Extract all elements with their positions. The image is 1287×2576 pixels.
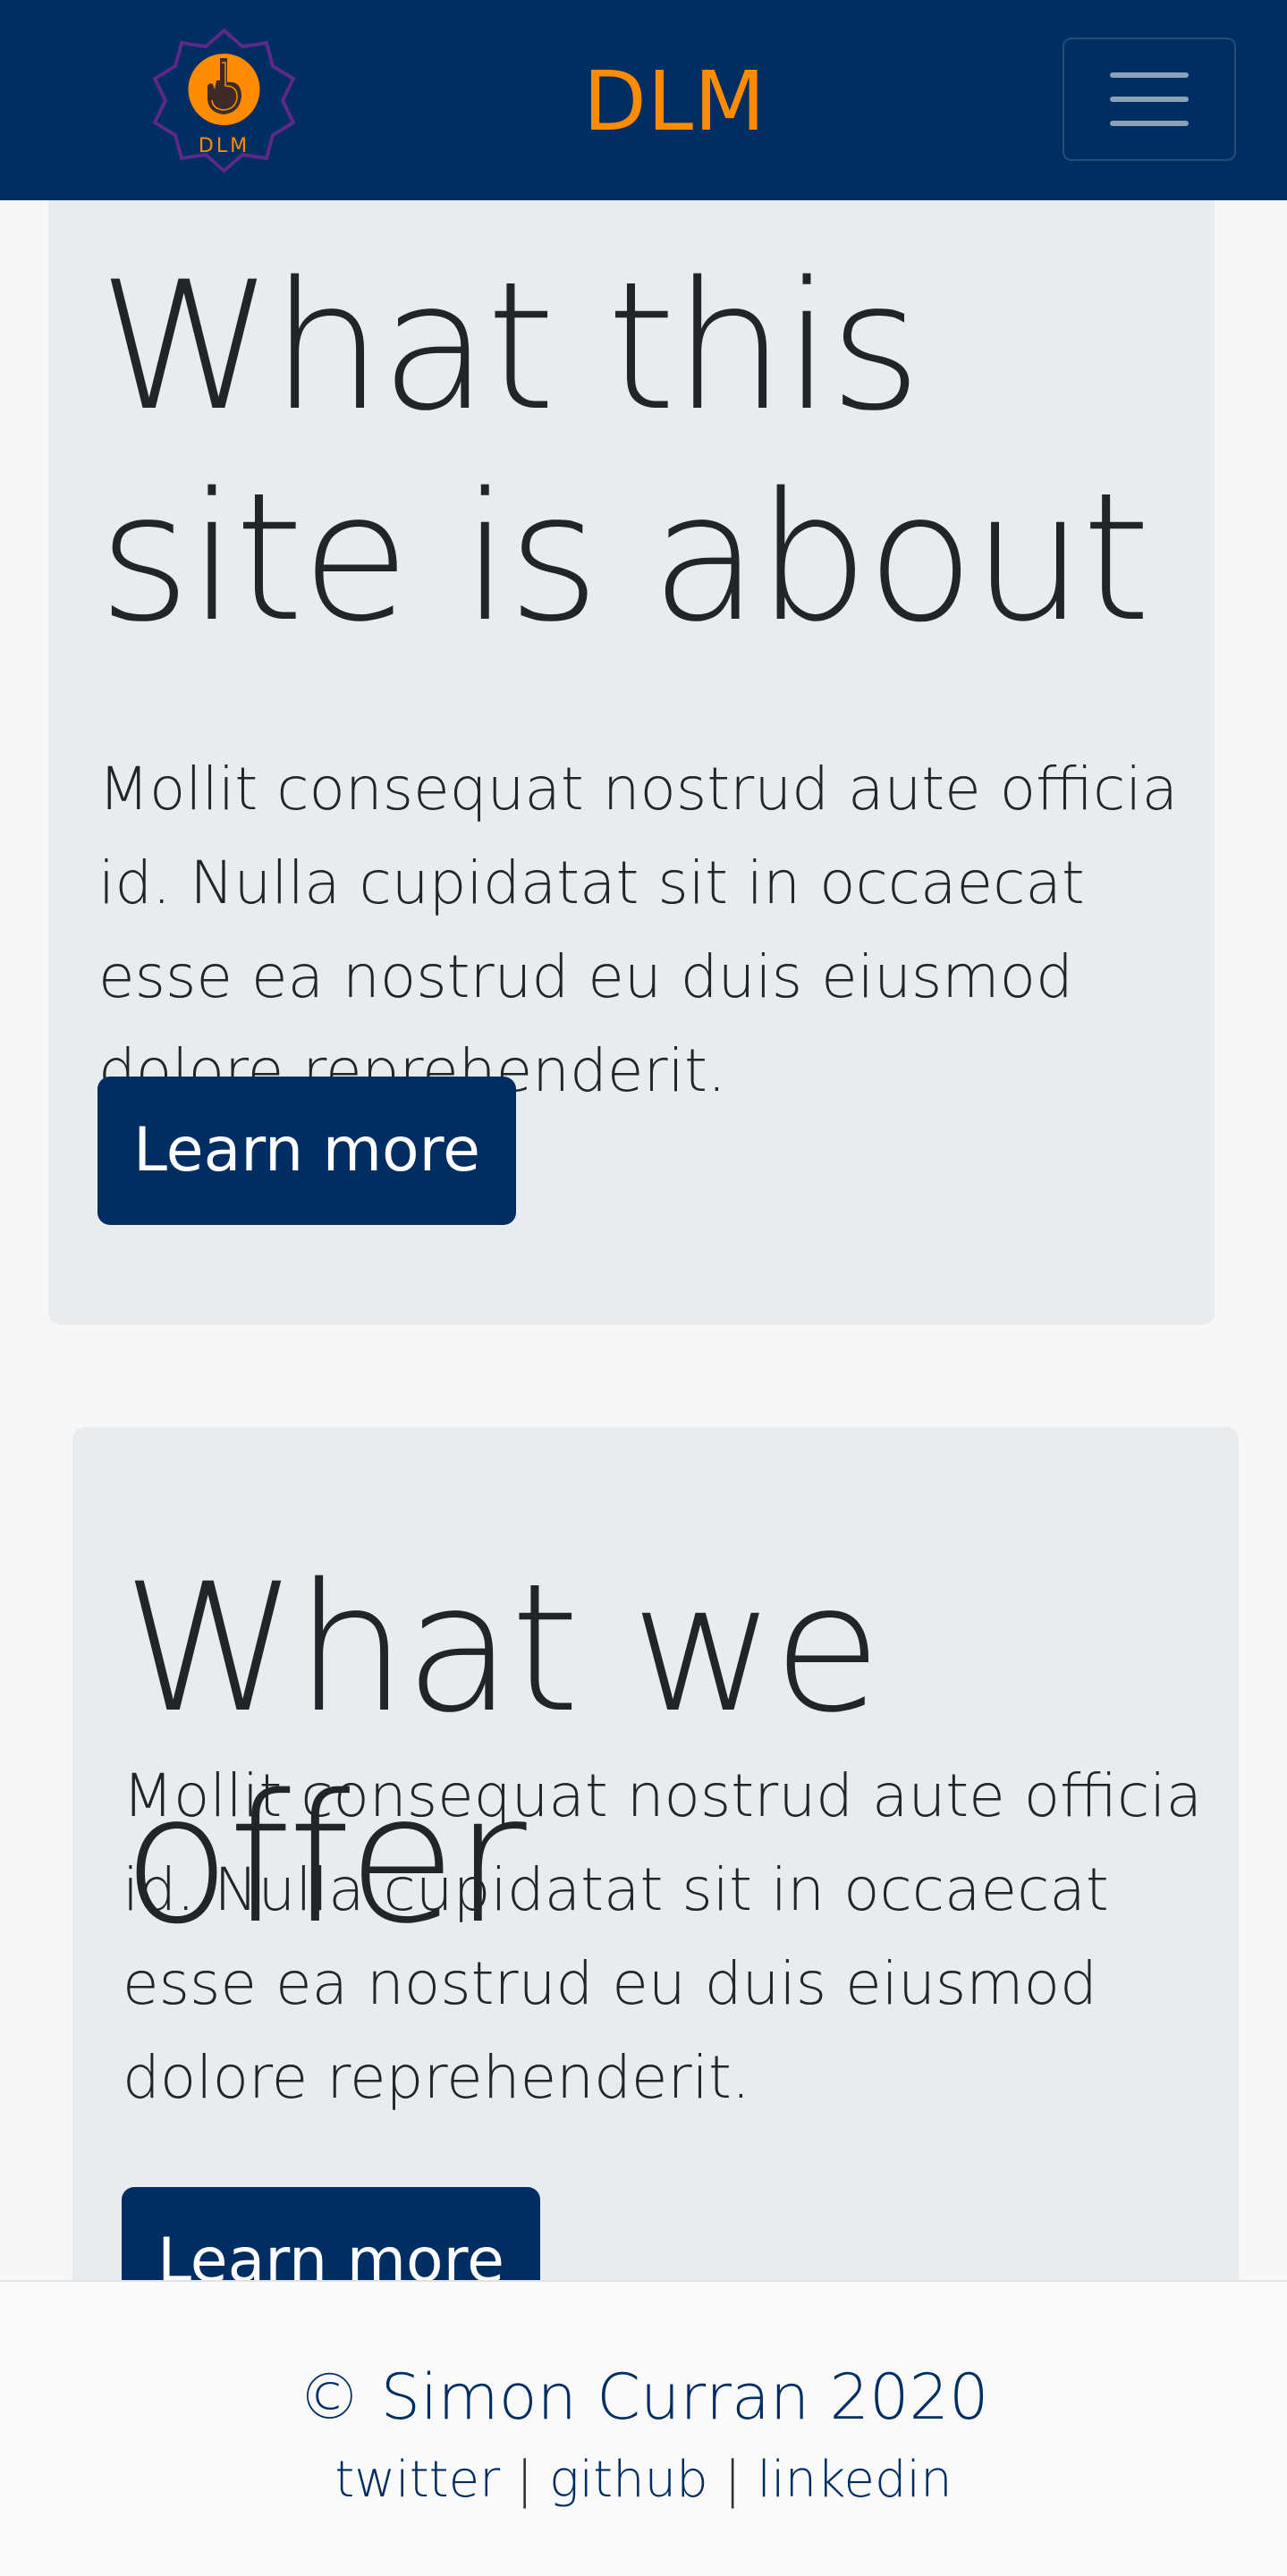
linkedin-link[interactable]: linkedin (758, 2451, 953, 2509)
jumbotron-about: What this site is about Mollit consequat… (48, 134, 1215, 1325)
link-separator: | (724, 2451, 741, 2509)
navbar-toggler-button[interactable] (1063, 38, 1236, 161)
navbar: DLM DLM (0, 0, 1287, 200)
section-body: Mollit consequat nostrud aute officia id… (98, 755, 1179, 1105)
jumbotron-offer: What we offer Mollit consequat nostrud a… (72, 1427, 1239, 2375)
twitter-link[interactable]: twitter (334, 2451, 500, 2509)
brand-title[interactable]: DLM (583, 52, 766, 152)
footer: © Simon Curran 2020 twitter | github | linke… (0, 2280, 1287, 2576)
copyright-text: © Simon Curran 2020 (298, 2361, 989, 2434)
section-body: Mollit consequat nostrud aute officia id… (123, 1761, 1203, 2112)
github-link[interactable]: github (549, 2451, 708, 2509)
hamburger-menu-icon (1110, 97, 1189, 102)
learn-more-button[interactable]: Learn more (97, 1077, 516, 1225)
section-heading: What this site is about (98, 243, 1151, 661)
dlm-logo-icon[interactable]: DLM (150, 27, 298, 174)
logo-text: DLM (199, 135, 250, 157)
hamburger-menu-icon (1110, 121, 1189, 126)
hamburger-menu-icon (1110, 72, 1189, 78)
social-links: twitter | github | linkedin (0, 2448, 1287, 2513)
page: DLM DLM What this site is about Mollit c… (0, 0, 1287, 2576)
link-separator: | (516, 2451, 533, 2509)
